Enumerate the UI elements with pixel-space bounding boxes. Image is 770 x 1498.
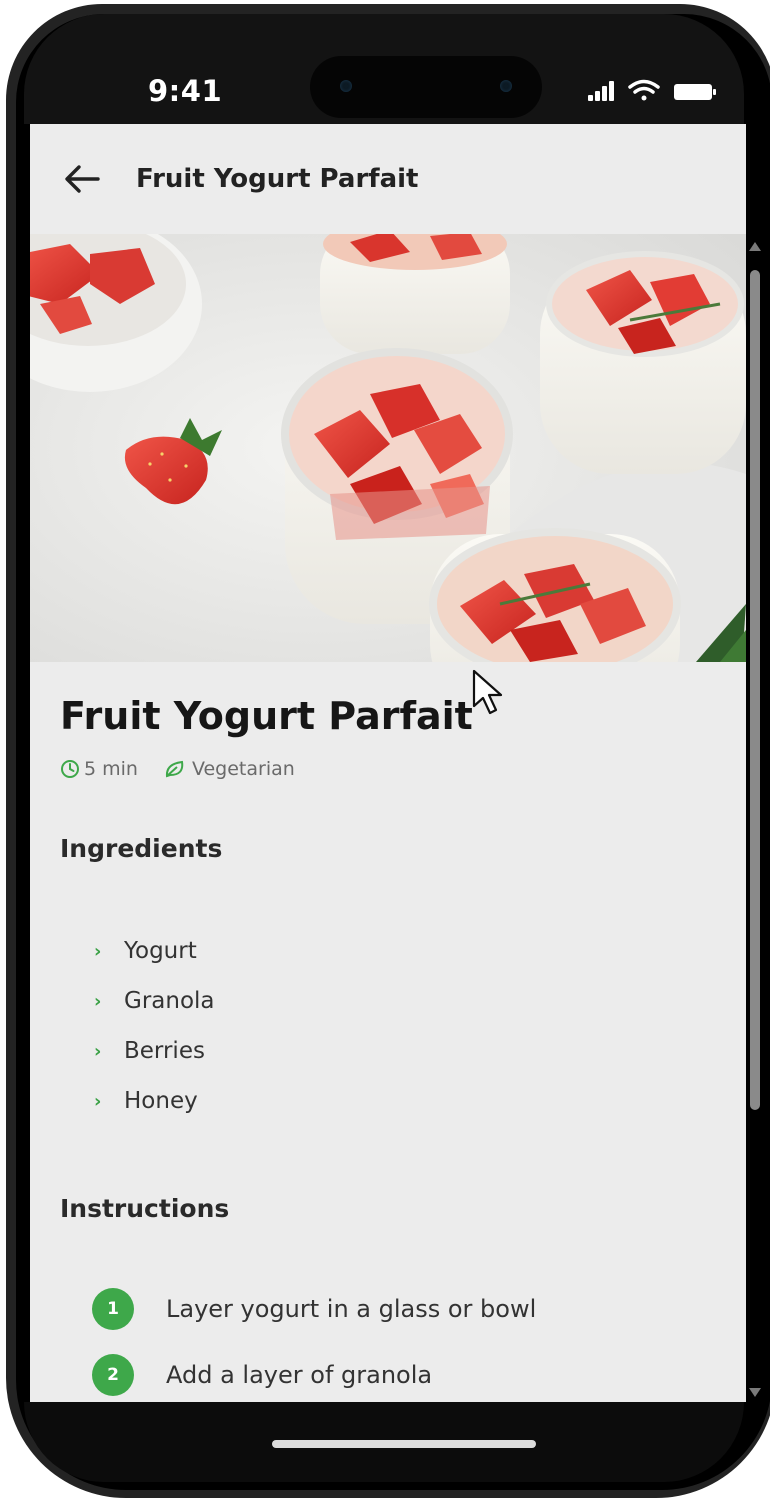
- signal-icon: [588, 81, 614, 101]
- camera-dot: [500, 80, 512, 92]
- recipe-title: Fruit Yogurt Parfait: [60, 694, 473, 738]
- app-bar: Fruit Yogurt Parfait: [30, 124, 746, 234]
- home-indicator[interactable]: [272, 1440, 536, 1448]
- app-bar-title: Fruit Yogurt Parfait: [136, 164, 419, 194]
- jar-right: [540, 251, 746, 474]
- ingredient-item: › Yogurt: [94, 926, 215, 976]
- jar-front: [429, 528, 681, 662]
- ingredient-label: Yogurt: [124, 938, 197, 964]
- ingredients-list: › Yogurt › Granola › Berries › Honey: [94, 926, 215, 1126]
- instruction-step: 1 Layer yogurt in a glass or bowl: [92, 1276, 536, 1342]
- ingredient-item: › Berries: [94, 1026, 215, 1076]
- ingredient-label: Honey: [124, 1088, 198, 1114]
- sensor-dot: [340, 80, 352, 92]
- step-number-badge: 2: [92, 1354, 134, 1396]
- ingredient-label: Granola: [124, 988, 215, 1014]
- recipe-time: 5 min: [84, 758, 138, 780]
- chevron-right-icon: ›: [94, 1040, 102, 1062]
- step-number-badge: 1: [92, 1288, 134, 1330]
- status-bar: 9:41: [24, 14, 744, 124]
- chevron-right-icon: ›: [94, 1090, 102, 1112]
- ingredients-heading: Ingredients: [60, 834, 223, 863]
- app-screen: Fruit Yogurt Parfait Fruit Yogurt Parfai…: [30, 124, 746, 1402]
- home-indicator-area: [24, 1402, 744, 1482]
- wifi-icon: [628, 79, 660, 101]
- instructions-list: 1 Layer yogurt in a glass or bowl 2 Add …: [92, 1276, 536, 1402]
- ingredient-label: Berries: [124, 1038, 205, 1064]
- leaf-icon: [165, 760, 184, 778]
- clock-icon: [61, 760, 79, 778]
- dynamic-island: [310, 56, 542, 118]
- ingredient-item: › Honey: [94, 1076, 215, 1126]
- chevron-right-icon: ›: [94, 940, 102, 962]
- status-time: 9:41: [148, 74, 223, 108]
- recipe-meta: 5 min Vegetarian: [60, 758, 295, 780]
- battery-icon: [674, 84, 716, 100]
- instruction-step: 2 Add a layer of granola: [92, 1342, 536, 1402]
- step-text: Layer yogurt in a glass or bowl: [166, 1295, 537, 1323]
- recipe-diet: Vegetarian: [191, 758, 295, 780]
- status-icons: [588, 79, 716, 101]
- scrollbar-thumb[interactable]: [750, 270, 760, 1110]
- step-text: Add a layer of granola: [166, 1361, 433, 1389]
- recipe-hero-image: [30, 234, 746, 662]
- scroll-down-arrow-icon[interactable]: [749, 1388, 761, 1397]
- phone-mockup: 9:41 Fruit Yogurt Parfait Fruit Yogurt P…: [0, 0, 770, 1498]
- chevron-right-icon: ›: [94, 990, 102, 1012]
- instructions-heading: Instructions: [60, 1194, 230, 1223]
- ingredient-item: › Granola: [94, 976, 215, 1026]
- scroll-up-arrow-icon[interactable]: [749, 242, 761, 251]
- scrollbar[interactable]: [746, 234, 762, 1402]
- jar-back: [320, 234, 510, 354]
- back-arrow-icon[interactable]: [62, 162, 102, 196]
